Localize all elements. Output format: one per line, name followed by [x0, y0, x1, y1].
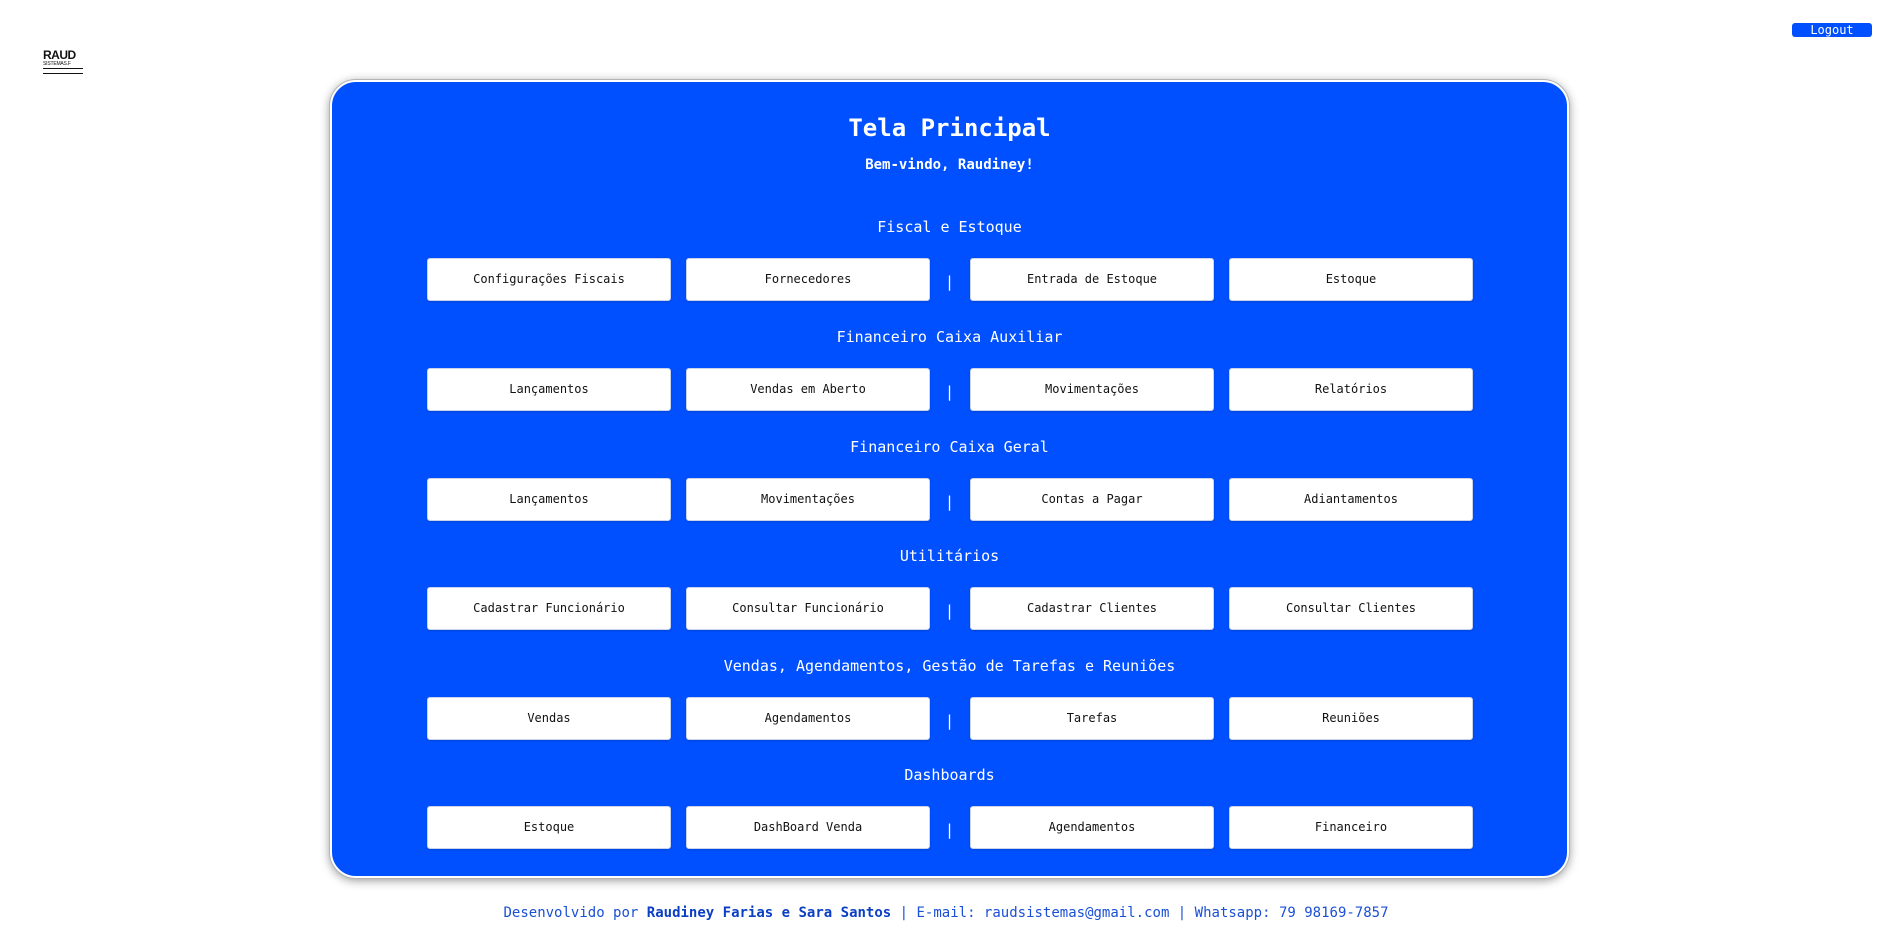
- auxiliar-movimentacoes-button[interactable]: Movimentações: [970, 368, 1214, 411]
- section-title-caixa-geral: Financeiro Caixa Geral: [850, 438, 1049, 456]
- row-separator: |: [944, 602, 955, 620]
- button-row-caixa-geral: Lançamentos Movimentações | Contas a Pag…: [427, 478, 1474, 521]
- section-title-utilitarios: Utilitários: [899, 547, 1000, 565]
- agendamentos-button[interactable]: Agendamentos: [686, 697, 930, 740]
- button-row-fiscal-estoque: Configurações Fiscais Fornecedores | Ent…: [427, 258, 1474, 301]
- adiantamentos-button[interactable]: Adiantamentos: [1229, 478, 1473, 521]
- geral-movimentacoes-button[interactable]: Movimentações: [686, 478, 930, 521]
- button-row-vendas-agendamentos: Vendas Agendamentos | Tarefas Reuniões: [427, 697, 1474, 740]
- footer-authors: Raudiney Farias e Sara Santos: [646, 905, 892, 921]
- page-title: Tela Principal: [848, 114, 1051, 142]
- section-title-caixa-auxiliar: Financeiro Caixa Auxiliar: [836, 328, 1063, 346]
- fornecedores-button[interactable]: Fornecedores: [686, 258, 930, 301]
- consultar-clientes-button[interactable]: Consultar Clientes: [1229, 587, 1473, 630]
- row-separator: |: [944, 821, 955, 839]
- cadastrar-funcionario-button[interactable]: Cadastrar Funcionário: [427, 587, 671, 630]
- section-title-vendas-agendamentos: Vendas, Agendamentos, Gestão de Tarefas …: [723, 657, 1176, 675]
- dashboard-venda-button[interactable]: DashBoard Venda: [686, 806, 930, 849]
- tarefas-button[interactable]: Tarefas: [970, 697, 1214, 740]
- section-title-fiscal-estoque: Fiscal e Estoque: [877, 218, 1022, 236]
- footer: Desenvolvido por Raudiney Farias e Sara …: [0, 904, 1892, 922]
- contas-a-pagar-button[interactable]: Contas a Pagar: [970, 478, 1214, 521]
- row-separator: |: [944, 712, 955, 730]
- auxiliar-lancamentos-button[interactable]: Lançamentos: [427, 368, 671, 411]
- main-panel: Tela Principal Bem-vindo, Raudiney! Fisc…: [330, 80, 1569, 878]
- logo-main-text: RAUD: [43, 48, 76, 62]
- logo-sub-text: SISTEMAS.F: [43, 61, 71, 67]
- row-separator: |: [944, 383, 955, 401]
- vendas-em-aberto-button[interactable]: Vendas em Aberto: [686, 368, 930, 411]
- footer-contact: | E-mail: raudsistemas@gmail.com | Whats…: [891, 905, 1389, 921]
- logout-button[interactable]: Logout: [1792, 23, 1872, 37]
- cadastrar-clientes-button[interactable]: Cadastrar Clientes: [970, 587, 1214, 630]
- dashboard-financeiro-button[interactable]: Financeiro: [1229, 806, 1473, 849]
- raud-sistemas-logo: RAUD SISTEMAS.F: [43, 48, 85, 78]
- dashboard-estoque-button[interactable]: Estoque: [427, 806, 671, 849]
- row-separator: |: [944, 493, 955, 511]
- relatorios-button[interactable]: Relatórios: [1229, 368, 1473, 411]
- logo-lines: [43, 68, 83, 74]
- vendas-button[interactable]: Vendas: [427, 697, 671, 740]
- estoque-button[interactable]: Estoque: [1229, 258, 1473, 301]
- welcome-message: Bem-vindo, Raudiney!: [865, 157, 1034, 173]
- section-title-dashboards: Dashboards: [904, 766, 995, 784]
- entrada-de-estoque-button[interactable]: Entrada de Estoque: [970, 258, 1214, 301]
- reunioes-button[interactable]: Reuniões: [1229, 697, 1473, 740]
- configuracoes-fiscais-button[interactable]: Configurações Fiscais: [427, 258, 671, 301]
- dashboard-agendamentos-button[interactable]: Agendamentos: [970, 806, 1214, 849]
- row-separator: |: [944, 273, 955, 291]
- button-row-dashboards: Estoque DashBoard Venda | Agendamentos F…: [427, 806, 1474, 849]
- button-row-caixa-auxiliar: Lançamentos Vendas em Aberto | Movimenta…: [427, 368, 1474, 411]
- geral-lancamentos-button[interactable]: Lançamentos: [427, 478, 671, 521]
- footer-prefix: Desenvolvido por: [503, 905, 647, 921]
- consultar-funcionario-button[interactable]: Consultar Funcionário: [686, 587, 930, 630]
- button-row-utilitarios: Cadastrar Funcionário Consultar Funcioná…: [427, 587, 1474, 630]
